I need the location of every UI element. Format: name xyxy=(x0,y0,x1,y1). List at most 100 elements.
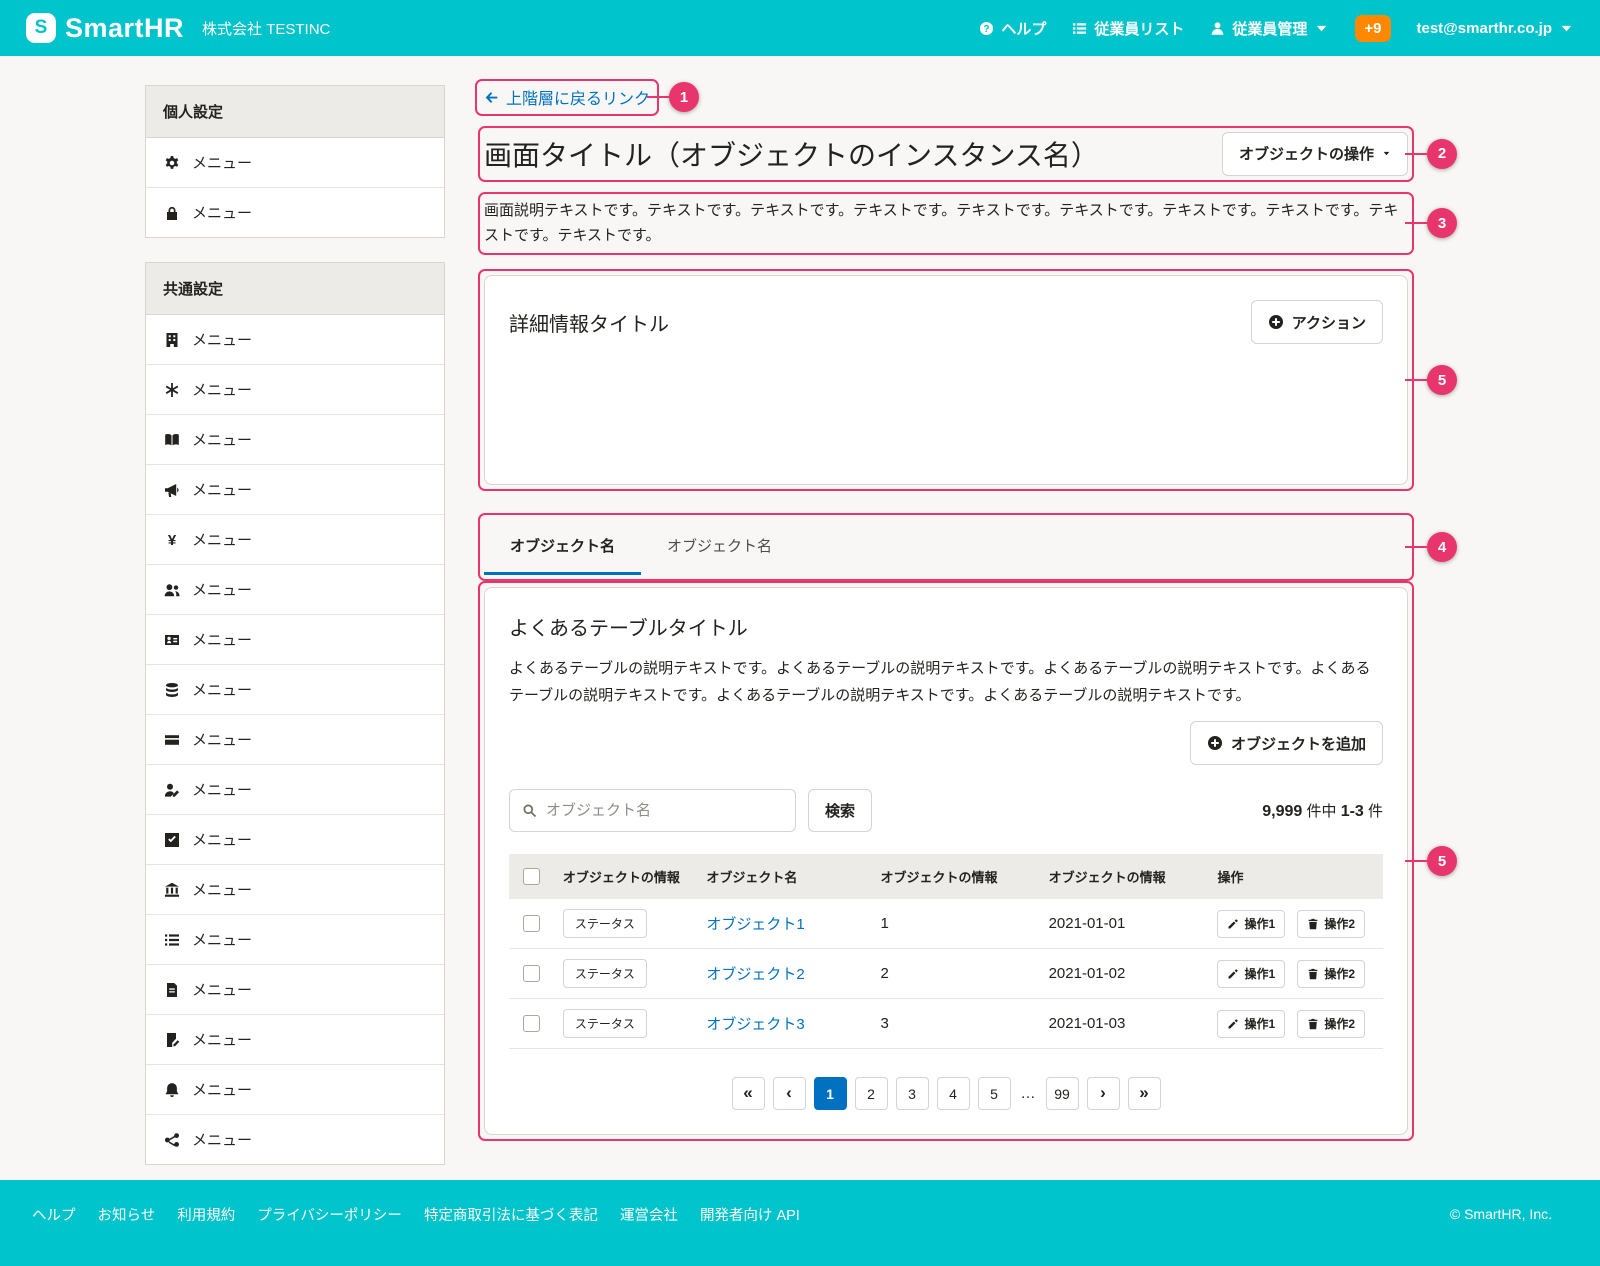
pencil-icon xyxy=(1227,918,1239,930)
sidebar-section-common-settings: 共通設定 メニュー メニュー メニュー メニュー ¥メニュー メニュー メニュー… xyxy=(145,262,445,1165)
page-description-block: 画面説明テキストです。テキストです。テキストです。テキストです。テキストです。テ… xyxy=(484,198,1408,250)
document-edit-icon xyxy=(163,1032,181,1048)
footer-link-news[interactable]: お知らせ xyxy=(98,1204,156,1225)
object-link[interactable]: オブジェクト3 xyxy=(706,1016,804,1033)
header-nav: ? ヘルプ 従業員リスト 従業員管理 +9 test@smarthr.co.jp xyxy=(979,15,1574,42)
footer-link-help[interactable]: ヘルプ xyxy=(32,1204,76,1225)
sidebar-item[interactable]: メニュー xyxy=(146,565,444,615)
annotation-badge: 3 xyxy=(1427,208,1457,238)
sidebar-item[interactable]: メニュー xyxy=(146,665,444,715)
table-description: よくあるテーブルの説明テキストです。よくあるテーブルの説明テキストです。よくある… xyxy=(509,655,1383,709)
user-edit-icon xyxy=(163,782,181,798)
pagination-first[interactable]: « xyxy=(732,1077,765,1110)
sidebar-item-label: メニュー xyxy=(192,579,252,600)
column-header: 操作 xyxy=(1207,854,1383,899)
plus-circle-icon xyxy=(1207,735,1223,751)
nav-employee-admin-label: 従業員管理 xyxy=(1232,18,1307,39)
smarthr-logo[interactable]: S SmartHR xyxy=(26,13,184,44)
object-table: オブジェクトの情報 オブジェクト名 オブジェクトの情報 オブジェクトの情報 操作… xyxy=(509,854,1383,1049)
lock-icon xyxy=(163,205,181,221)
pagination-prev[interactable]: ‹ xyxy=(773,1077,806,1110)
main-content: 上階層に戻るリンク 1 画面タイトル（オブジェクトのインスタンス名） オブジェク… xyxy=(484,85,1408,1135)
sidebar-item[interactable]: メニュー xyxy=(146,365,444,415)
tab-object-1[interactable]: オブジェクト名 xyxy=(484,519,641,575)
select-all-checkbox[interactable] xyxy=(523,868,540,885)
pagination-page-99[interactable]: 99 xyxy=(1046,1077,1079,1110)
back-link[interactable]: 上階層に戻るリンク xyxy=(484,85,650,109)
svg-text:?: ? xyxy=(984,23,990,34)
account-menu[interactable]: test@smarthr.co.jp xyxy=(1417,20,1575,37)
status-badge: ステータス xyxy=(563,909,647,938)
sidebar-item[interactable]: メニュー xyxy=(146,1015,444,1065)
pagination-page-1[interactable]: 1 xyxy=(814,1077,847,1110)
page-description: 画面説明テキストです。テキストです。テキストです。テキストです。テキストです。テ… xyxy=(484,198,1408,250)
footer-link-company[interactable]: 運営会社 xyxy=(620,1204,678,1225)
sidebar-item[interactable]: メニュー xyxy=(146,915,444,965)
object-link[interactable]: オブジェクト1 xyxy=(706,916,804,933)
pencil-icon xyxy=(1227,1018,1239,1030)
table-row: ステータス オブジェクト1 1 2021-01-01 操作1 操作2 xyxy=(509,899,1383,949)
pagination-page-5[interactable]: 5 xyxy=(978,1077,1011,1110)
row-action-1-button[interactable]: 操作1 xyxy=(1217,960,1285,988)
sidebar-item[interactable]: メニュー xyxy=(146,1065,444,1115)
action-button[interactable]: アクション xyxy=(1251,300,1383,344)
sidebar-item[interactable]: メニュー xyxy=(146,715,444,765)
sidebar-item[interactable]: メニュー xyxy=(146,188,444,237)
footer-link-commerce[interactable]: 特定商取引法に基づく表記 xyxy=(424,1204,598,1225)
object-actions-label: オブジェクトの操作 xyxy=(1239,143,1374,164)
sidebar-item[interactable]: ¥メニュー xyxy=(146,515,444,565)
annotation-badge: 1 xyxy=(669,82,699,112)
row-checkbox[interactable] xyxy=(523,1015,540,1032)
row-action-1-button[interactable]: 操作1 xyxy=(1217,1010,1285,1038)
row-action-2-button[interactable]: 操作2 xyxy=(1297,910,1365,938)
row-checkbox[interactable] xyxy=(523,915,540,932)
sidebar-item[interactable]: メニュー xyxy=(146,138,444,188)
sidebar-item[interactable]: メニュー xyxy=(146,315,444,365)
sidebar-item-label: メニュー xyxy=(192,979,252,1000)
sidebar-item[interactable]: メニュー xyxy=(146,465,444,515)
sidebar-section-title: 個人設定 xyxy=(146,86,444,138)
nav-help[interactable]: ? ヘルプ xyxy=(979,18,1046,39)
footer-link-developer-api[interactable]: 開発者向け API xyxy=(700,1204,800,1225)
row-action-1-button[interactable]: 操作1 xyxy=(1217,910,1285,938)
row-action-2-button[interactable]: 操作2 xyxy=(1297,960,1365,988)
sidebar-item[interactable]: メニュー xyxy=(146,615,444,665)
sidebar-item[interactable]: メニュー xyxy=(146,965,444,1015)
notification-badge[interactable]: +9 xyxy=(1355,15,1390,42)
sidebar-item[interactable]: メニュー xyxy=(146,1115,444,1164)
sidebar-section-title: 共通設定 xyxy=(146,263,444,315)
nav-employee-admin[interactable]: 従業員管理 xyxy=(1210,18,1329,39)
sidebar-item-label: メニュー xyxy=(192,679,252,700)
footer-link-terms[interactable]: 利用規約 xyxy=(177,1204,235,1225)
add-object-button[interactable]: オブジェクトを追加 xyxy=(1190,721,1383,765)
pagination-page-2[interactable]: 2 xyxy=(855,1077,888,1110)
pagination-page-4[interactable]: 4 xyxy=(937,1077,970,1110)
tab-object-2[interactable]: オブジェクト名 xyxy=(641,519,798,575)
search-box[interactable] xyxy=(509,789,796,832)
pagination-last[interactable]: » xyxy=(1128,1077,1161,1110)
row-action-1-label: 操作1 xyxy=(1244,965,1275,982)
object-actions-button[interactable]: オブジェクトの操作 xyxy=(1222,132,1408,176)
search-input[interactable] xyxy=(546,802,783,819)
pagination-next[interactable]: › xyxy=(1087,1077,1120,1110)
nav-employee-list[interactable]: 従業員リスト xyxy=(1072,18,1184,39)
sidebar-item[interactable]: メニュー xyxy=(146,415,444,465)
sidebar-item[interactable]: メニュー xyxy=(146,865,444,915)
row-checkbox[interactable] xyxy=(523,965,540,982)
sidebar-item[interactable]: メニュー xyxy=(146,765,444,815)
footer-link-privacy[interactable]: プライバシーポリシー xyxy=(257,1204,402,1225)
sidebar-item[interactable]: メニュー xyxy=(146,815,444,865)
page: S SmartHR 株式会社 TESTINC ? ヘルプ 従業員リスト 従業員管… xyxy=(0,0,1600,1266)
gear-icon xyxy=(163,155,181,171)
search-button[interactable]: 検索 xyxy=(808,789,872,832)
person-icon xyxy=(1210,21,1225,36)
pagination-page-3[interactable]: 3 xyxy=(896,1077,929,1110)
app-header: S SmartHR 株式会社 TESTINC ? ヘルプ 従業員リスト 従業員管… xyxy=(0,0,1600,56)
object-date: 2021-01-01 xyxy=(1039,899,1208,949)
list-icon xyxy=(163,932,181,948)
chevron-down-icon xyxy=(1314,21,1329,36)
object-link[interactable]: オブジェクト2 xyxy=(706,966,804,983)
id-card-icon xyxy=(163,632,181,648)
action-button-label: アクション xyxy=(1292,312,1366,333)
row-action-2-button[interactable]: 操作2 xyxy=(1297,1010,1365,1038)
